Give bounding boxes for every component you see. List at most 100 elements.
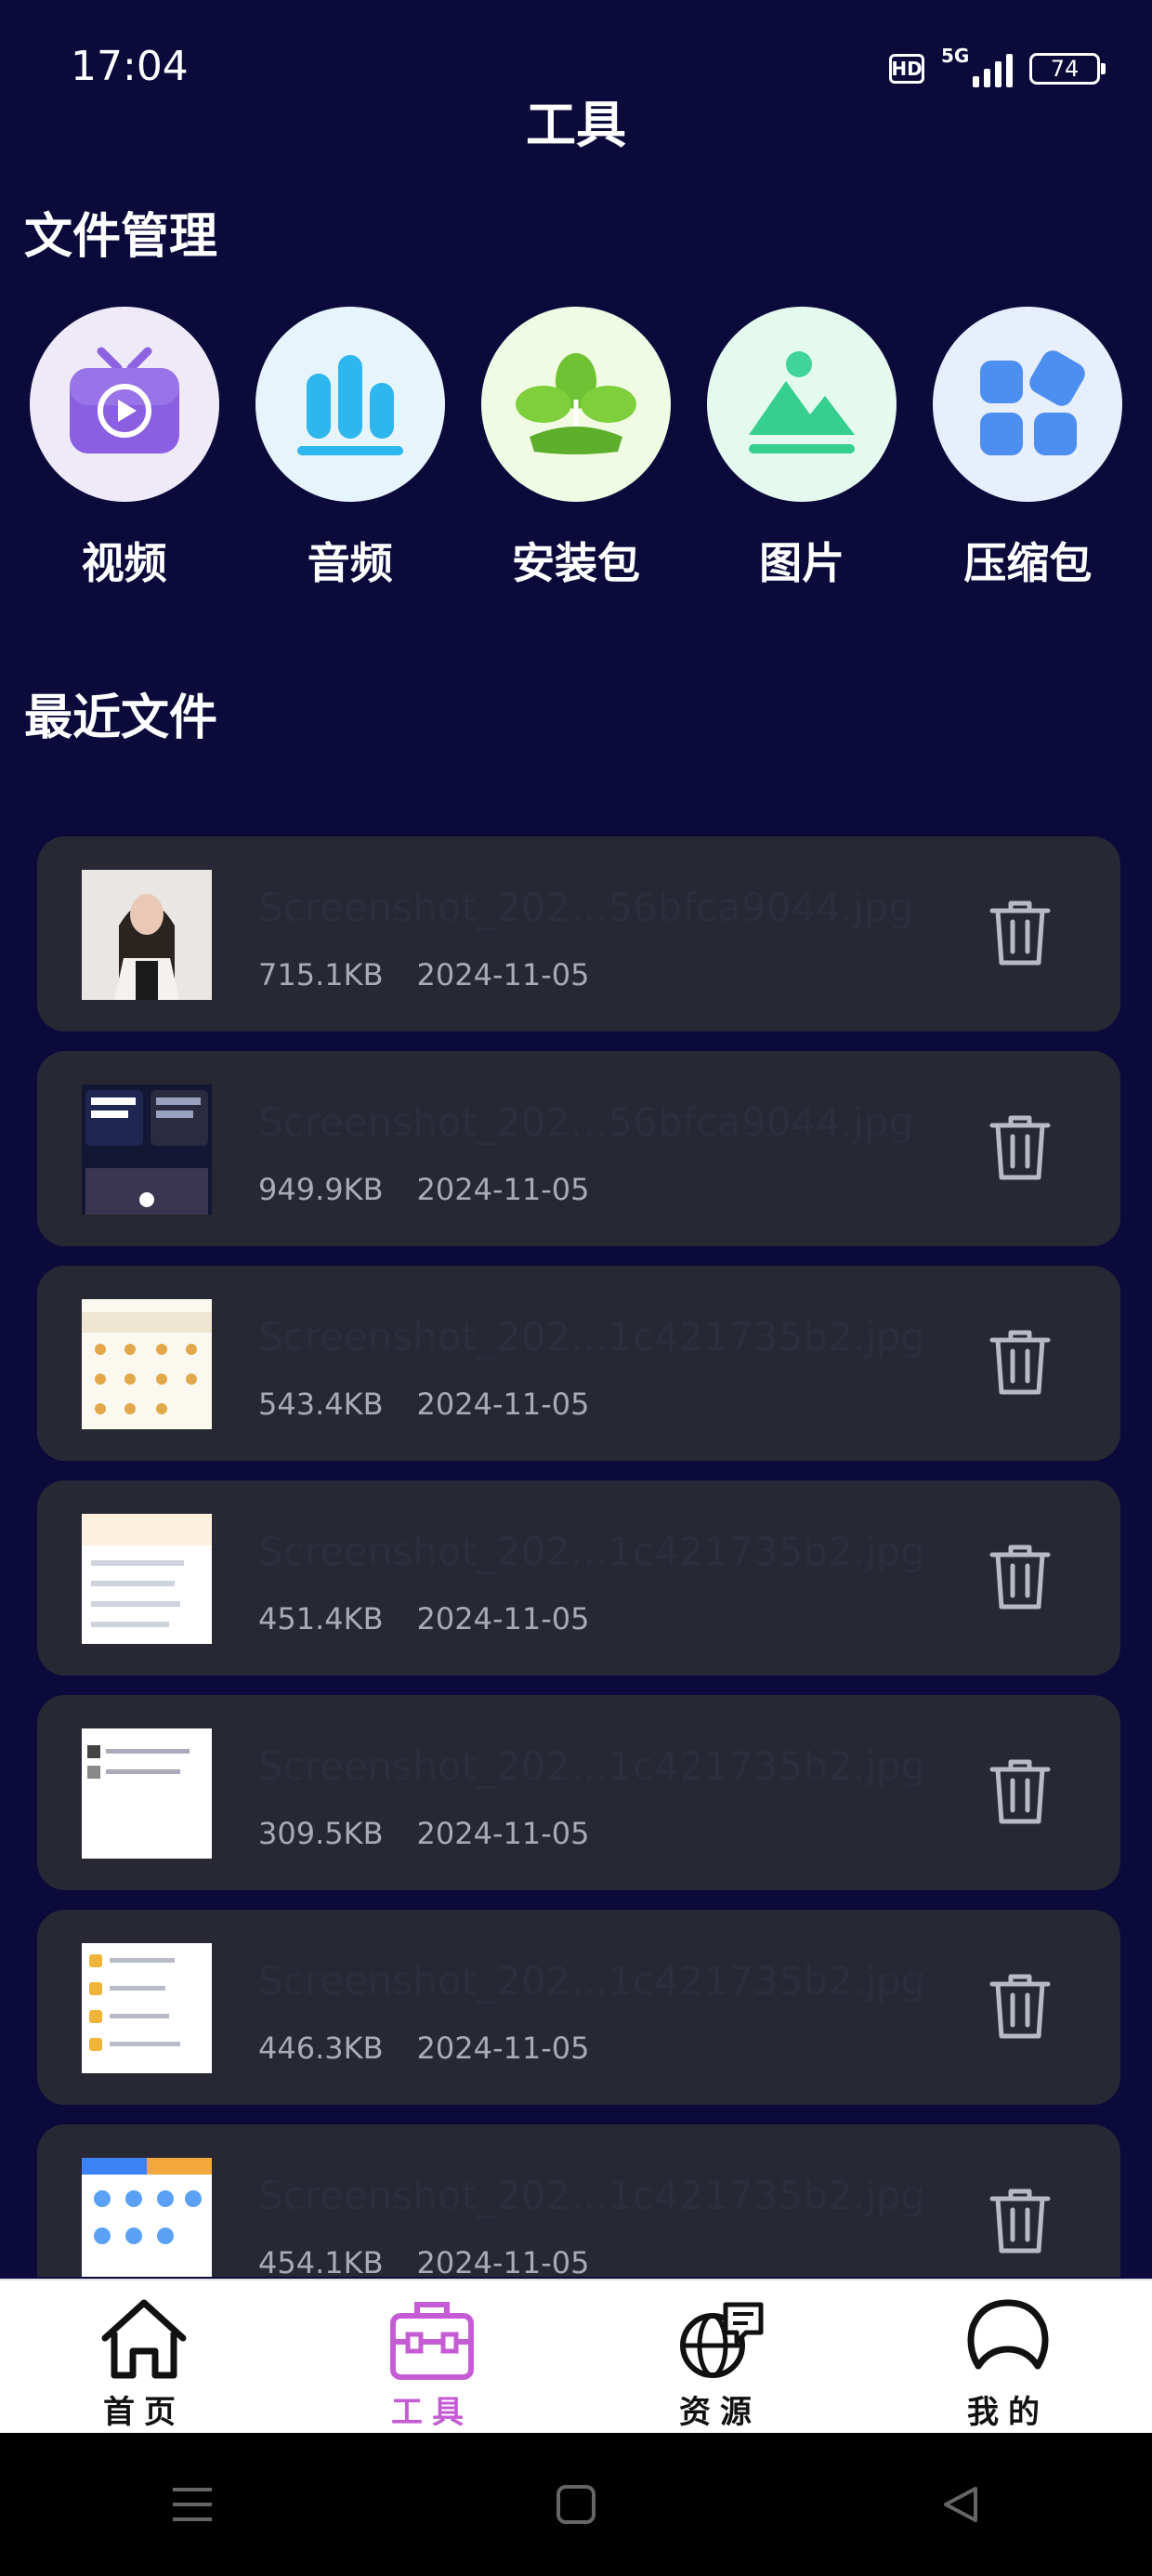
trash-icon — [989, 1974, 1051, 2039]
file-meta: 309.5KB 2024-11-05 — [258, 1816, 590, 1851]
category-image[interactable]: 图片 — [702, 307, 901, 591]
home-icon — [101, 2299, 187, 2379]
category-label: 音频 — [307, 538, 393, 588]
category-label: 视频 — [81, 538, 167, 588]
file-thumbnail — [82, 1084, 212, 1215]
file-name: Screenshot_202...56bfca9044.jpg — [258, 885, 914, 930]
category-archive[interactable]: 压缩包 — [928, 307, 1127, 591]
file-thumbnail — [82, 1514, 212, 1644]
category-package[interactable]: 安装包 — [477, 307, 675, 591]
file-thumbnail — [82, 870, 212, 1000]
trash-icon — [989, 2188, 1051, 2254]
tab-resources[interactable]: 资源 — [599, 2280, 841, 2435]
archive-grid-icon — [933, 307, 1123, 502]
square-icon — [556, 2485, 596, 2524]
file-name: Screenshot_202...1c421735b2.jpg — [258, 1314, 926, 1360]
file-date: 2024-11-05 — [416, 1387, 590, 1422]
file-meta: 949.9KB 2024-11-05 — [258, 1172, 590, 1207]
trash-icon — [989, 900, 1051, 966]
file-meta: 454.1KB 2024-11-05 — [258, 2245, 590, 2277]
file-name: Screenshot_202...1c421735b2.jpg — [258, 2173, 926, 2218]
file-thumbnail — [82, 1299, 212, 1429]
globe-icon — [680, 2302, 764, 2378]
delete-button[interactable] — [983, 1540, 1057, 1614]
file-size: 446.3KB — [258, 2031, 384, 2066]
file-meta: 451.4KB 2024-11-05 — [258, 1601, 590, 1636]
file-size: 949.9KB — [258, 1172, 384, 1207]
file-name: Screenshot_202...56bfca9044.jpg — [258, 1099, 914, 1145]
file-date: 2024-11-05 — [416, 1601, 590, 1636]
package-plant-icon — [480, 307, 671, 502]
back-triangle-icon — [944, 2487, 978, 2522]
menu-button[interactable] — [137, 2467, 248, 2542]
user-icon — [967, 2299, 1049, 2370]
file-name: Screenshot_202...1c421735b2.jpg — [258, 1743, 926, 1789]
audio-bars-icon — [255, 307, 445, 502]
battery-icon: 74 — [1029, 53, 1106, 85]
category-label: 图片 — [759, 538, 845, 588]
file-date: 2024-11-05 — [416, 2031, 590, 2066]
category-label: 压缩包 — [963, 538, 1093, 588]
tab-label: 资源 — [679, 2394, 761, 2431]
file-categories: 视频 音频 安装包 图片 压缩包 — [0, 307, 1152, 591]
file-size: 543.4KB — [258, 1387, 384, 1422]
home-nav-button[interactable] — [520, 2467, 632, 2542]
tab-label: 首页 — [103, 2394, 185, 2431]
delete-button[interactable] — [983, 1325, 1057, 1400]
delete-button[interactable] — [983, 1755, 1057, 1829]
page-title: 工具 — [526, 96, 626, 154]
file-item[interactable]: Screenshot_202...1c421735b2.jpg 451.4KB … — [37, 1480, 1120, 1676]
tab-mine[interactable]: 我的 — [887, 2280, 1129, 2435]
file-item[interactable]: Screenshot_202...56bfca9044.jpg 949.9KB … — [37, 1051, 1120, 1246]
file-date: 2024-11-05 — [416, 2245, 590, 2277]
delete-button[interactable] — [983, 896, 1057, 970]
tab-label: 工具 — [391, 2394, 473, 2431]
image-mountain-icon — [707, 307, 897, 502]
file-name: Screenshot_202...1c421735b2.jpg — [258, 1529, 926, 1574]
file-size: 454.1KB — [258, 2245, 384, 2277]
tab-tools[interactable]: 工具 — [311, 2280, 553, 2435]
file-name: Screenshot_202...1c421735b2.jpg — [258, 1958, 926, 2004]
file-meta: 715.1KB 2024-11-05 — [258, 957, 590, 992]
category-video[interactable]: 视频 — [25, 307, 224, 591]
file-date: 2024-11-05 — [416, 1172, 590, 1207]
bottom-tab-bar: 首页 工具 资源 我的 — [0, 2279, 1152, 2435]
file-size: 451.4KB — [258, 1601, 384, 1636]
file-item[interactable]: Screenshot_202...1c421735b2.jpg 454.1KB … — [37, 2124, 1120, 2277]
trash-icon — [989, 1759, 1051, 1824]
video-tv-icon — [29, 307, 219, 502]
file-thumbnail — [82, 1728, 212, 1859]
delete-button[interactable] — [983, 2184, 1057, 2258]
category-audio[interactable]: 音频 — [251, 307, 450, 591]
trash-icon — [989, 1115, 1051, 1180]
file-thumbnail — [82, 1943, 212, 2073]
menu-icon — [172, 2488, 212, 2521]
file-item[interactable]: Screenshot_202...56bfca9044.jpg 715.1KB … — [37, 836, 1120, 1032]
file-meta: 543.4KB 2024-11-05 — [258, 1387, 590, 1422]
delete-button[interactable] — [983, 1969, 1057, 2044]
file-size: 715.1KB — [258, 957, 384, 992]
file-size: 309.5KB — [258, 1816, 384, 1851]
tab-home[interactable]: 首页 — [23, 2280, 265, 2435]
file-management-title: 文件管理 — [24, 209, 218, 265]
file-item[interactable]: Screenshot_202...1c421735b2.jpg 309.5KB … — [37, 1695, 1120, 1890]
battery-level: 74 — [1050, 56, 1080, 82]
recent-file-list[interactable]: Screenshot_202...56bfca9044.jpg 715.1KB … — [37, 836, 1120, 2277]
file-thumbnail — [82, 2158, 212, 2277]
signal-icon: 5G — [941, 45, 1013, 87]
network-type: 5G — [941, 45, 970, 67]
trash-icon — [989, 1330, 1051, 1395]
trash-icon — [989, 1544, 1051, 1610]
hd-icon: HD — [889, 54, 924, 84]
file-meta: 446.3KB 2024-11-05 — [258, 2031, 590, 2066]
recent-files-title: 最近文件 — [24, 690, 218, 746]
category-label: 安装包 — [511, 538, 640, 588]
back-button[interactable] — [904, 2467, 1015, 2542]
file-date: 2024-11-05 — [416, 957, 590, 992]
delete-button[interactable] — [983, 1111, 1057, 1185]
toolbox-icon — [390, 2302, 474, 2380]
file-item[interactable]: Screenshot_202...1c421735b2.jpg 446.3KB … — [37, 1910, 1120, 2105]
tab-label: 我的 — [967, 2394, 1049, 2431]
system-nav-bar — [0, 2433, 1152, 2576]
file-item[interactable]: Screenshot_202...1c421735b2.jpg 543.4KB … — [37, 1266, 1120, 1461]
